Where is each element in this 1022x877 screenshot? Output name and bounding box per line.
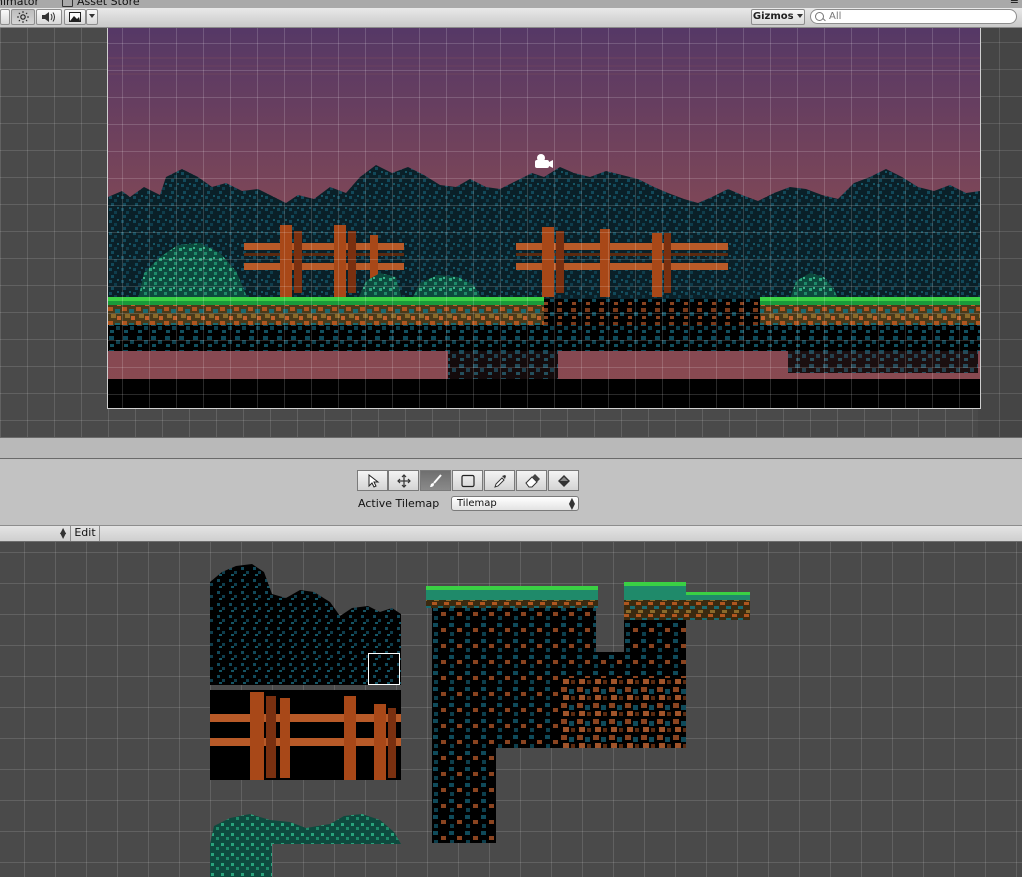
tab-asset-store[interactable]: Asset Store — [62, 0, 140, 8]
active-tilemap-value: Tilemap — [457, 498, 497, 509]
move-icon — [397, 474, 411, 488]
tile-selection-highlight — [368, 653, 400, 685]
game-scene — [108, 28, 980, 408]
box-fill-tool[interactable] — [452, 470, 483, 491]
scene-view[interactable] — [0, 28, 1022, 437]
fill-tool[interactable] — [548, 470, 579, 491]
scene-toolbar: Gizmos — [0, 8, 1022, 28]
picker-icon — [494, 475, 506, 488]
tile-palette-toolbar — [0, 459, 1022, 525]
effects-toggle[interactable] — [64, 9, 86, 25]
search-icon — [815, 12, 824, 21]
camera-gizmo-icon[interactable] — [532, 153, 554, 171]
tab-animator[interactable]: nimator — [0, 0, 39, 8]
updown-arrows-icon: ▲ ▼ — [568, 496, 575, 511]
select-icon — [368, 474, 380, 488]
active-tilemap-dropdown[interactable]: Tilemap ▲ ▼ — [451, 496, 579, 511]
palette-dropdown-arrows-icon[interactable]: ▲ ▼ — [60, 527, 66, 540]
picker-tool[interactable] — [484, 470, 515, 491]
shopping-bag-icon — [62, 0, 73, 7]
eraser-tool[interactable] — [516, 470, 547, 491]
image-icon — [69, 12, 81, 22]
camera-frame — [107, 28, 981, 409]
fill-icon — [558, 475, 570, 487]
tile-palette-view[interactable] — [0, 542, 1022, 877]
window-tab-strip: nimator Asset Store ≡ — [0, 0, 1022, 8]
audio-toggle[interactable] — [36, 9, 62, 25]
box-fill-icon — [461, 474, 475, 488]
active-tilemap-label: Active Tilemap — [358, 497, 440, 510]
chevron-down-icon — [89, 14, 95, 18]
lighting-toggle[interactable] — [11, 9, 35, 25]
gizmos-dropdown[interactable]: Gizmos — [751, 9, 805, 25]
panel-separator[interactable] — [0, 437, 1022, 459]
tab-asset-store-label: Asset Store — [77, 0, 140, 8]
tilemap-tool-group — [357, 470, 579, 491]
chevron-down-icon — [797, 14, 804, 18]
move-tool[interactable] — [388, 470, 419, 491]
search-input[interactable] — [829, 10, 1009, 23]
scene-2d-toggle[interactable] — [0, 9, 10, 25]
tile-palette-tiles — [210, 564, 750, 877]
effects-dropdown[interactable] — [86, 9, 98, 25]
select-tool[interactable] — [357, 470, 388, 491]
tab-menu-icon[interactable]: ≡ — [1010, 0, 1019, 8]
sun-icon — [17, 11, 29, 23]
gizmos-label: Gizmos — [752, 11, 794, 22]
palette-header — [0, 525, 1022, 542]
scene-search[interactable] — [810, 9, 1017, 24]
paint-brush-icon — [430, 474, 442, 487]
speaker-icon — [42, 12, 55, 22]
eraser-icon — [525, 474, 540, 488]
palette-edit-button[interactable]: Edit — [71, 526, 100, 541]
paint-brush-tool[interactable] — [420, 470, 451, 491]
